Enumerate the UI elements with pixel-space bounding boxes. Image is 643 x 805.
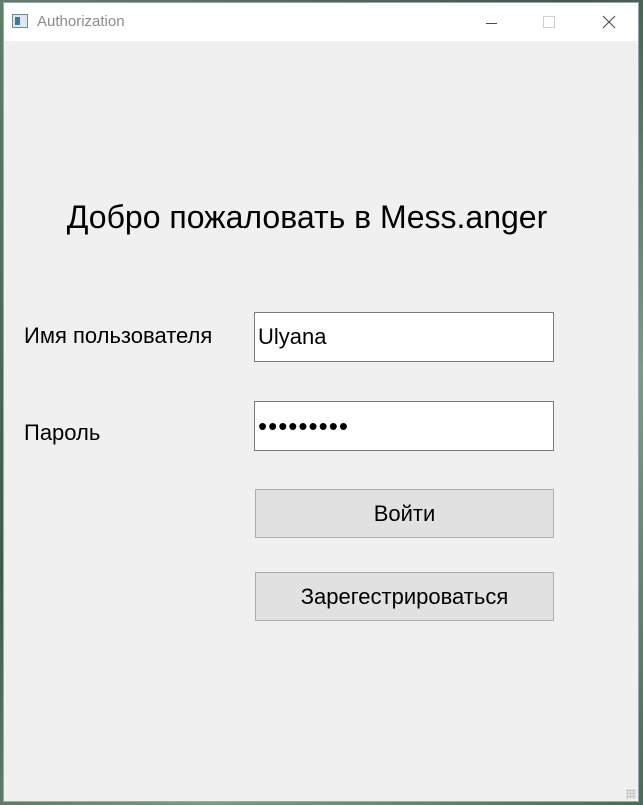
maximize-button[interactable] (520, 3, 578, 41)
app-icon (12, 14, 28, 28)
username-label: Имя пользователя (24, 323, 213, 348)
title-bar[interactable]: Authorization (4, 3, 638, 41)
minimize-icon (485, 22, 497, 24)
register-button[interactable]: Зарегестрироваться (255, 572, 554, 621)
welcome-heading: Добро пожаловать в Mess.anger (66, 199, 548, 235)
username-input[interactable] (254, 312, 554, 362)
password-label: Пароль (24, 420, 101, 445)
maximize-icon (543, 16, 555, 28)
minimize-button[interactable] (462, 3, 520, 41)
login-button[interactable]: Войти (255, 489, 554, 538)
password-input[interactable] (254, 401, 554, 451)
close-button[interactable] (580, 3, 638, 41)
authorization-window: Authorization Добро пожаловать в Mess.an… (3, 2, 639, 802)
window-title: Authorization (37, 13, 125, 30)
close-icon (602, 15, 616, 29)
resize-grip-icon[interactable] (626, 789, 636, 799)
